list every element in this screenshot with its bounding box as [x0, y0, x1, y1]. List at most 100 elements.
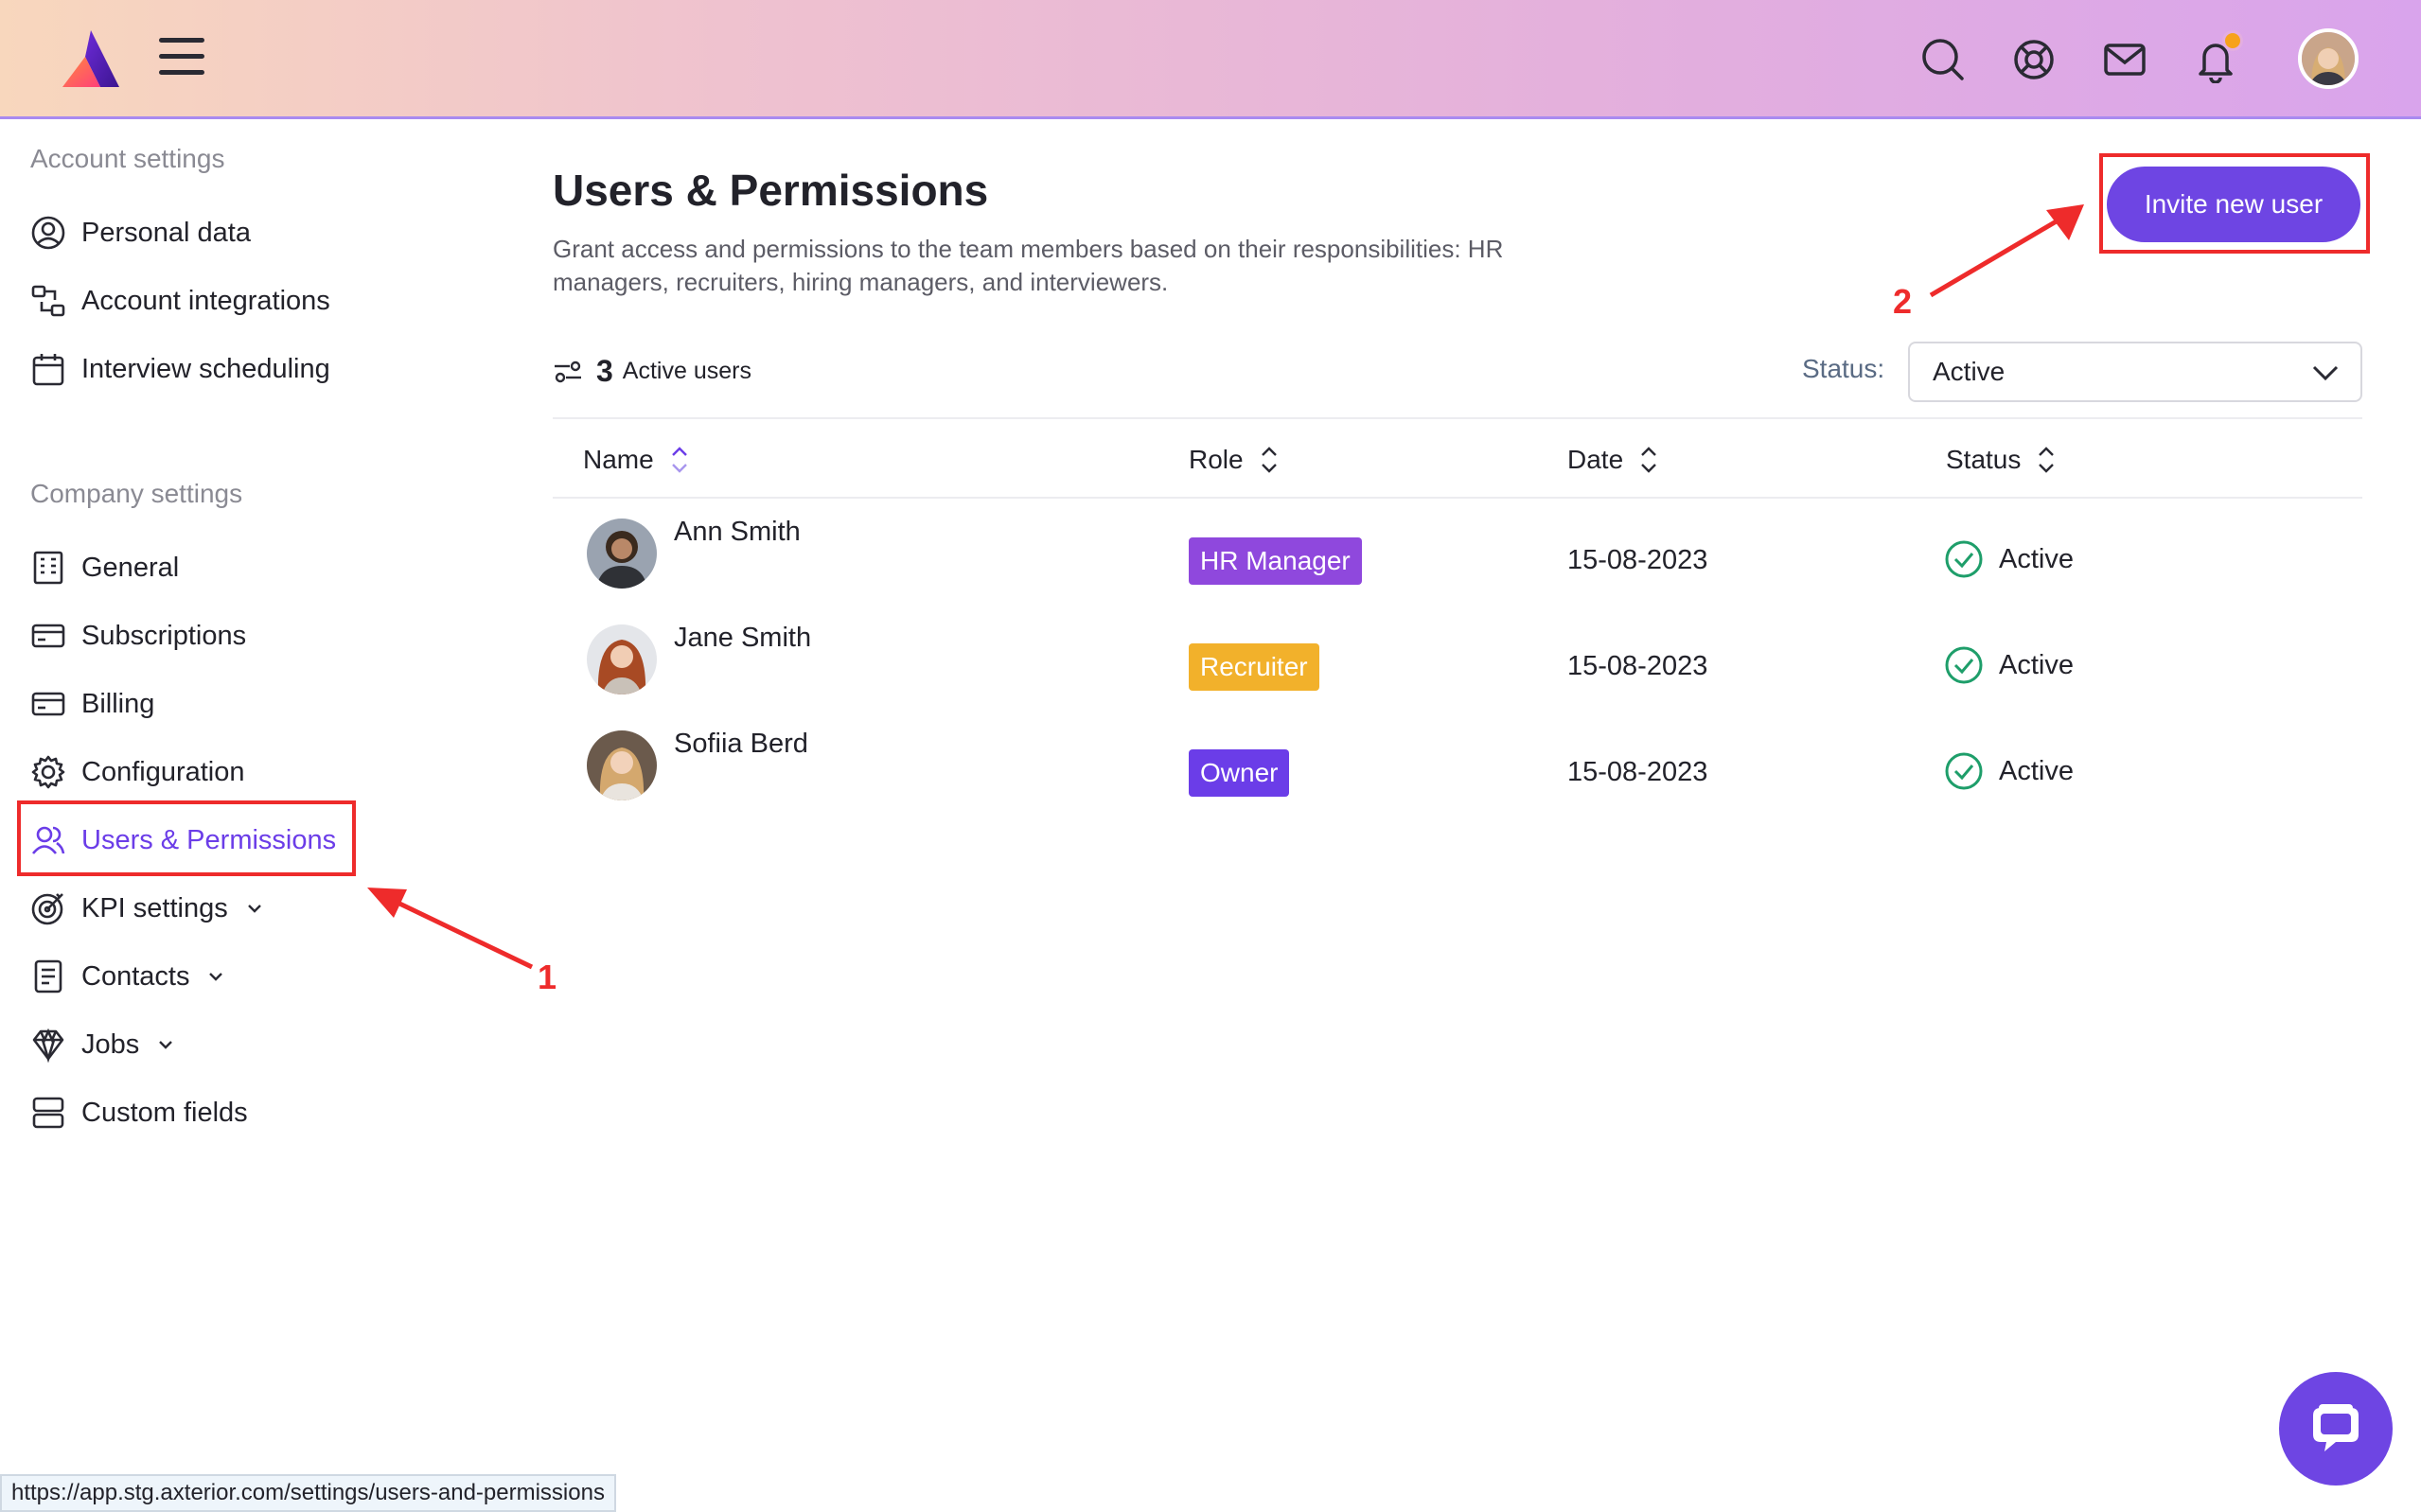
card-icon [31, 624, 65, 648]
column-header-status[interactable]: Status [1946, 441, 2057, 479]
user-name[interactable]: Jane Smith [674, 623, 811, 654]
sidebar-item-billing[interactable]: Billing [30, 677, 154, 730]
page-description: Grant access and permissions to the team… [553, 235, 1504, 296]
user-name[interactable]: Sofiia Berd [674, 729, 808, 760]
user-status-label: Active [1999, 649, 2074, 680]
active-users-label: Active users [622, 358, 751, 384]
annotation-highlight-invite-button [2099, 153, 2370, 254]
table-row[interactable]: Ann Smith HR Manager 15-08-2023 Active [553, 507, 2362, 613]
sidebar-item-general[interactable]: General [30, 541, 179, 594]
divider [553, 417, 2362, 419]
card-icon [31, 692, 65, 716]
company-settings-heading: Company settings [30, 479, 243, 508]
sidebar-item-subscriptions[interactable]: Subscriptions [30, 609, 246, 662]
chevron-down-icon[interactable] [206, 967, 225, 986]
column-header-label: Date [1567, 445, 1624, 474]
menu-icon[interactable] [159, 38, 204, 76]
sidebar-item-custom-fields[interactable]: Custom fields [30, 1086, 248, 1139]
sidebar-item-label: Billing [81, 688, 155, 719]
status-bar-url: https://app.stg.axterior.com/settings/us… [0, 1474, 616, 1512]
user-status: Active [1944, 751, 2074, 791]
sidebar-item-label: Jobs [81, 1029, 140, 1060]
sidebar-item-contacts[interactable]: Contacts [30, 950, 225, 1003]
user-date: 15-08-2023 [1567, 545, 1708, 575]
search-icon[interactable] [1919, 36, 1967, 83]
sidebar-item-label: Custom fields [81, 1097, 248, 1128]
user-circle-icon [31, 216, 65, 250]
divider [553, 497, 2362, 499]
sidebar-item-jobs[interactable]: Jobs [30, 1018, 175, 1071]
active-users-number: 3 [596, 354, 613, 388]
sidebar-item-kpi-settings[interactable]: KPI settings [30, 882, 264, 935]
annotation-highlight-users-permissions [17, 800, 356, 876]
sort-icon [2039, 447, 2055, 473]
building-icon [33, 551, 63, 585]
user-status-label: Active [1999, 755, 2074, 786]
sidebar-item-label: Personal data [81, 217, 251, 248]
sidebar-item-label: Account integrations [81, 285, 330, 316]
user-date: 15-08-2023 [1567, 757, 1708, 787]
sidebar-item-account-integrations[interactable]: Account integrations [30, 274, 330, 327]
active-users-count: 3 Active users [553, 354, 751, 389]
avatar [587, 624, 657, 694]
table-row[interactable]: Jane Smith Recruiter 15-08-2023 Active [553, 613, 2362, 719]
top-bar [0, 0, 2421, 119]
annotation-marker-2: 2 [1893, 282, 1913, 321]
role-badge: HR Manager [1189, 537, 1362, 585]
sidebar-item-label: Contacts [81, 960, 190, 992]
status-filter-select[interactable]: Active [1908, 342, 2362, 402]
user-status: Active [1944, 539, 2074, 579]
page-title: Users & Permissions [553, 166, 989, 215]
document-icon [34, 959, 62, 993]
chat-icon [2313, 1404, 2359, 1451]
mail-icon[interactable] [2101, 36, 2148, 83]
sidebar-item-label: General [81, 552, 180, 583]
user-status-label: Active [1999, 543, 2074, 574]
help-icon[interactable] [2010, 36, 2058, 83]
status-filter-label: Status: [1802, 354, 1885, 383]
integrations-icon [31, 285, 65, 317]
user-date: 15-08-2023 [1567, 651, 1708, 681]
column-header-date[interactable]: Date [1567, 441, 1659, 479]
profile-avatar[interactable] [2298, 28, 2359, 89]
chevron-down-icon[interactable] [156, 1035, 175, 1054]
chat-button[interactable] [2279, 1372, 2393, 1486]
sidebar-item-label: Configuration [81, 756, 245, 787]
sidebar-item-interview-scheduling[interactable]: Interview scheduling [30, 343, 330, 396]
sort-icon [671, 447, 687, 473]
avatar [587, 730, 657, 800]
check-circle-icon [1945, 752, 1983, 790]
account-settings-heading: Account settings [30, 144, 225, 173]
table-row[interactable]: Sofiia Berd Owner 15-08-2023 Active [553, 719, 2362, 825]
gear-icon [31, 755, 65, 789]
app-logo[interactable] [57, 28, 125, 91]
sidebar-item-label: Subscriptions [81, 620, 247, 651]
sort-icon [1641, 447, 1657, 473]
column-header-label: Name [583, 445, 654, 474]
column-header-role[interactable]: Role [1189, 441, 1280, 479]
avatar [587, 519, 657, 589]
check-circle-icon [1945, 540, 1983, 578]
sort-icon [1261, 447, 1277, 473]
sidebar-item-personal-data[interactable]: Personal data [30, 206, 251, 259]
role-badge: Owner [1189, 749, 1290, 797]
chevron-down-icon[interactable] [245, 899, 264, 918]
fields-icon [32, 1097, 64, 1129]
sidebar-item-label: Interview scheduling [81, 353, 330, 384]
column-header-name[interactable]: Name [583, 441, 690, 479]
filter-icon [555, 360, 581, 382]
target-icon [31, 893, 63, 925]
status-filter-value: Active [1933, 357, 2006, 386]
diamond-icon [32, 1028, 64, 1063]
role-badge: Recruiter [1189, 643, 1319, 691]
sidebar-item-configuration[interactable]: Configuration [30, 746, 245, 799]
check-circle-icon [1945, 646, 1983, 684]
annotation-marker-1: 1 [538, 958, 557, 996]
chevron-down-icon [2312, 365, 2339, 381]
column-header-label: Status [1946, 445, 2022, 474]
calendar-icon [32, 354, 64, 386]
column-header-label: Role [1189, 445, 1244, 474]
notification-dot [2222, 30, 2243, 51]
user-name[interactable]: Ann Smith [674, 517, 801, 548]
sidebar-item-label: KPI settings [81, 892, 228, 923]
